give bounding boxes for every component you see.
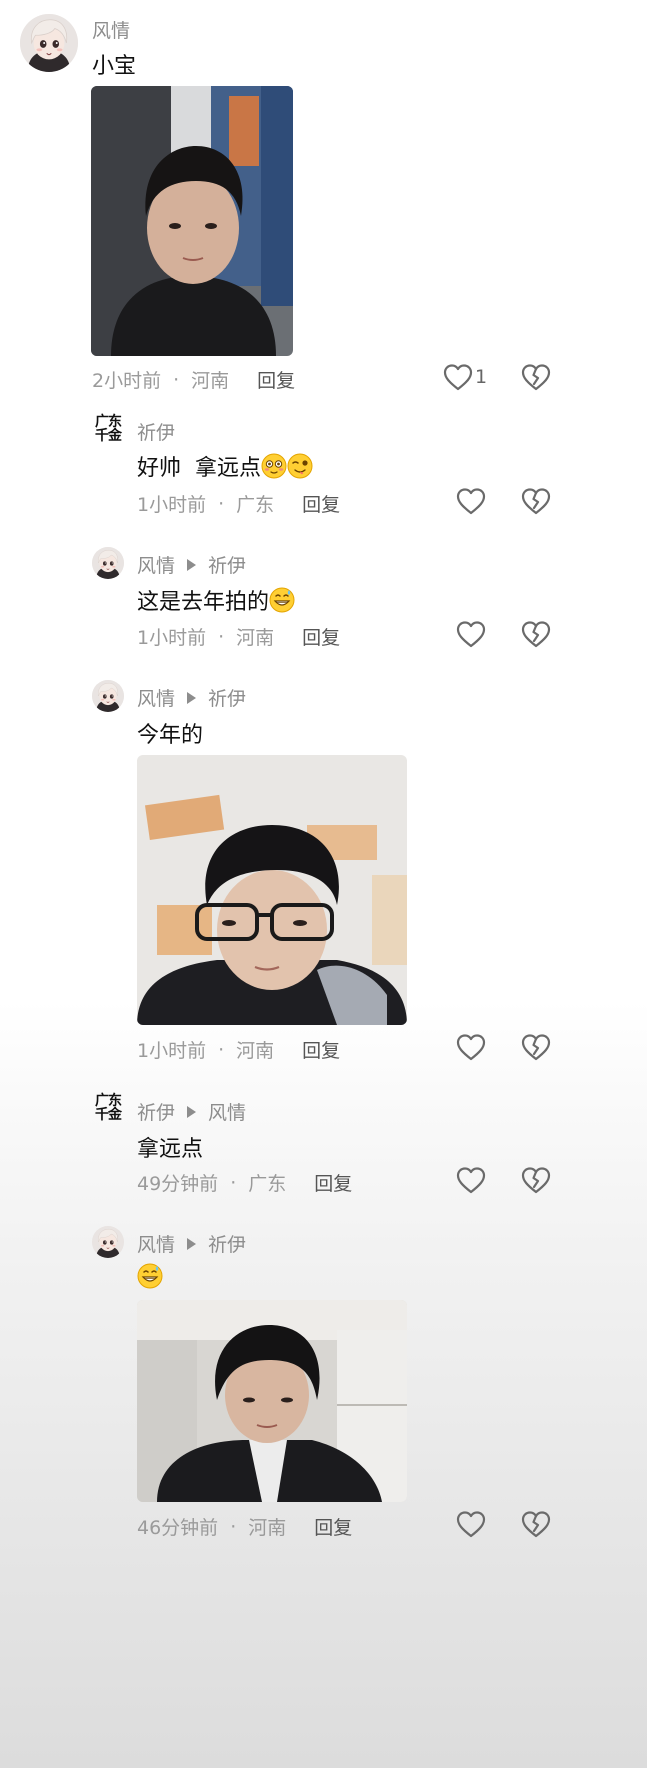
reply-time: 1小时前 <box>137 494 207 516</box>
broken-heart-icon[interactable] <box>521 1033 551 1061</box>
triangle-right-icon <box>187 558 197 571</box>
broken-heart-icon[interactable] <box>521 1166 551 1194</box>
reply-text: 这是去年拍的 <box>137 584 295 616</box>
reply-button[interactable]: 回复 <box>314 1513 352 1540</box>
heart-outline-icon[interactable] <box>456 1033 486 1061</box>
triangle-right-icon <box>187 1237 197 1250</box>
reply-author[interactable]: 祈伊 风情 <box>137 1098 246 1125</box>
reply-text-content: 这是去年拍的 <box>137 590 270 615</box>
photo-image <box>137 1300 407 1502</box>
grin-sweat-emoji-icon <box>269 587 295 613</box>
reply-meta: 1小时前 · 广东 回复 <box>137 490 340 517</box>
avatar[interactable] <box>92 1226 124 1258</box>
reply-time: 46分钟前 <box>137 1517 219 1539</box>
like-count: 1 <box>475 366 488 388</box>
photo-image <box>91 86 293 356</box>
separator-dot: · <box>230 1171 237 1194</box>
badge-text-top: 广东 <box>95 1093 122 1109</box>
anime-avatar-image <box>92 680 124 712</box>
reply-time: 1小时前 <box>137 1040 207 1062</box>
reply-to-name[interactable]: 祈伊 <box>208 551 246 578</box>
grin-sweat-emoji-icon <box>137 1263 163 1289</box>
reply-button[interactable]: 回复 <box>257 366 295 393</box>
reply-location: 河南 <box>236 627 275 649</box>
reply-text: 拿远点 <box>137 1131 203 1163</box>
comment-text-content: 小宝 <box>92 54 137 79</box>
author-name[interactable]: 风情 <box>92 16 130 43</box>
reply-location: 广东 <box>248 1173 287 1195</box>
reply-location: 河南 <box>236 1040 275 1062</box>
photo-image <box>137 755 407 1025</box>
reply-button[interactable]: 回复 <box>302 490 340 517</box>
reply-author[interactable]: 风情 祈伊 <box>137 1230 246 1257</box>
reply-time: 49分钟前 <box>137 1173 219 1195</box>
reply-text-content: 好帅 拿远点 <box>137 456 261 481</box>
anime-avatar-image <box>92 1226 124 1258</box>
separator-dot: · <box>230 1515 237 1538</box>
reply-text-content: 今年的 <box>137 723 204 748</box>
reply-author[interactable]: 风情 祈伊 <box>137 551 246 578</box>
reply-photo[interactable] <box>137 1300 407 1502</box>
reply-author[interactable]: 风情 祈伊 <box>137 684 246 711</box>
avatar[interactable]: 广东 千金 <box>92 415 124 443</box>
comment-meta: 2小时前 · 河南 回复 <box>92 366 295 393</box>
anime-avatar-image <box>20 14 78 72</box>
reply-to-name[interactable]: 祈伊 <box>208 1230 246 1257</box>
author-name[interactable]: 风情 <box>137 551 175 578</box>
reply-to-name[interactable]: 祈伊 <box>208 684 246 711</box>
separator-dot: · <box>173 368 180 391</box>
reply-button[interactable]: 回复 <box>314 1169 352 1196</box>
reply-meta: 1小时前 · 河南 回复 <box>137 623 340 650</box>
anime-avatar-image <box>92 547 124 579</box>
reply-meta: 1小时前 · 河南 回复 <box>137 1036 340 1063</box>
reply-button[interactable]: 回复 <box>302 1036 340 1063</box>
reply-meta: 46分钟前 · 河南 回复 <box>137 1513 352 1540</box>
triangle-right-icon <box>187 691 197 704</box>
reply-text <box>137 1263 163 1289</box>
author-name[interactable]: 风情 <box>137 1230 175 1257</box>
reply-meta: 49分钟前 · 广东 回复 <box>137 1169 352 1196</box>
badge-text-bottom: 千金 <box>95 1107 122 1123</box>
separator-dot: · <box>218 625 225 648</box>
avatar[interactable] <box>92 547 124 579</box>
reply-to-name[interactable]: 风情 <box>208 1098 246 1125</box>
reply-button[interactable]: 回复 <box>302 623 340 650</box>
reply-author[interactable]: 祈伊 <box>137 418 175 445</box>
comment-text: 小宝 <box>92 48 136 80</box>
reply-text-content: 拿远点 <box>137 1137 204 1162</box>
separator-dot: · <box>218 1038 225 1061</box>
yum-emoji-icon <box>287 453 313 479</box>
comment-author[interactable]: 风情 <box>92 16 130 43</box>
heart-outline-icon[interactable] <box>456 1166 486 1194</box>
separator-dot: · <box>218 492 225 515</box>
author-name[interactable]: 祈伊 <box>137 1098 175 1125</box>
heart-outline-icon[interactable] <box>456 620 486 648</box>
avatar[interactable] <box>20 14 78 72</box>
triangle-right-icon <box>187 1105 197 1118</box>
reply-text: 好帅 拿远点 <box>137 450 313 482</box>
broken-heart-icon[interactable] <box>521 1510 551 1538</box>
author-name[interactable]: 风情 <box>137 684 175 711</box>
avatar[interactable]: 广东 千金 <box>92 1094 124 1122</box>
badge-text-top: 广东 <box>95 414 122 430</box>
avatar[interactable] <box>92 680 124 712</box>
comment-location: 河南 <box>191 370 230 392</box>
reply-time: 1小时前 <box>137 627 207 649</box>
broken-heart-icon[interactable] <box>521 363 551 391</box>
broken-heart-icon[interactable] <box>521 487 551 515</box>
broken-heart-icon[interactable] <box>521 620 551 648</box>
comment-time: 2小时前 <box>92 370 162 392</box>
reply-photo[interactable] <box>137 755 407 1025</box>
heart-outline-icon[interactable] <box>456 1510 486 1538</box>
reply-location: 广东 <box>236 494 275 516</box>
flushed-emoji-icon <box>261 453 287 479</box>
author-name[interactable]: 祈伊 <box>137 418 175 445</box>
reply-location: 河南 <box>248 1517 287 1539</box>
badge-text-bottom: 千金 <box>95 428 122 444</box>
comment-photo[interactable] <box>91 86 293 356</box>
heart-outline-icon[interactable] <box>443 363 473 391</box>
reply-text: 今年的 <box>137 717 203 749</box>
heart-outline-icon[interactable] <box>456 487 486 515</box>
